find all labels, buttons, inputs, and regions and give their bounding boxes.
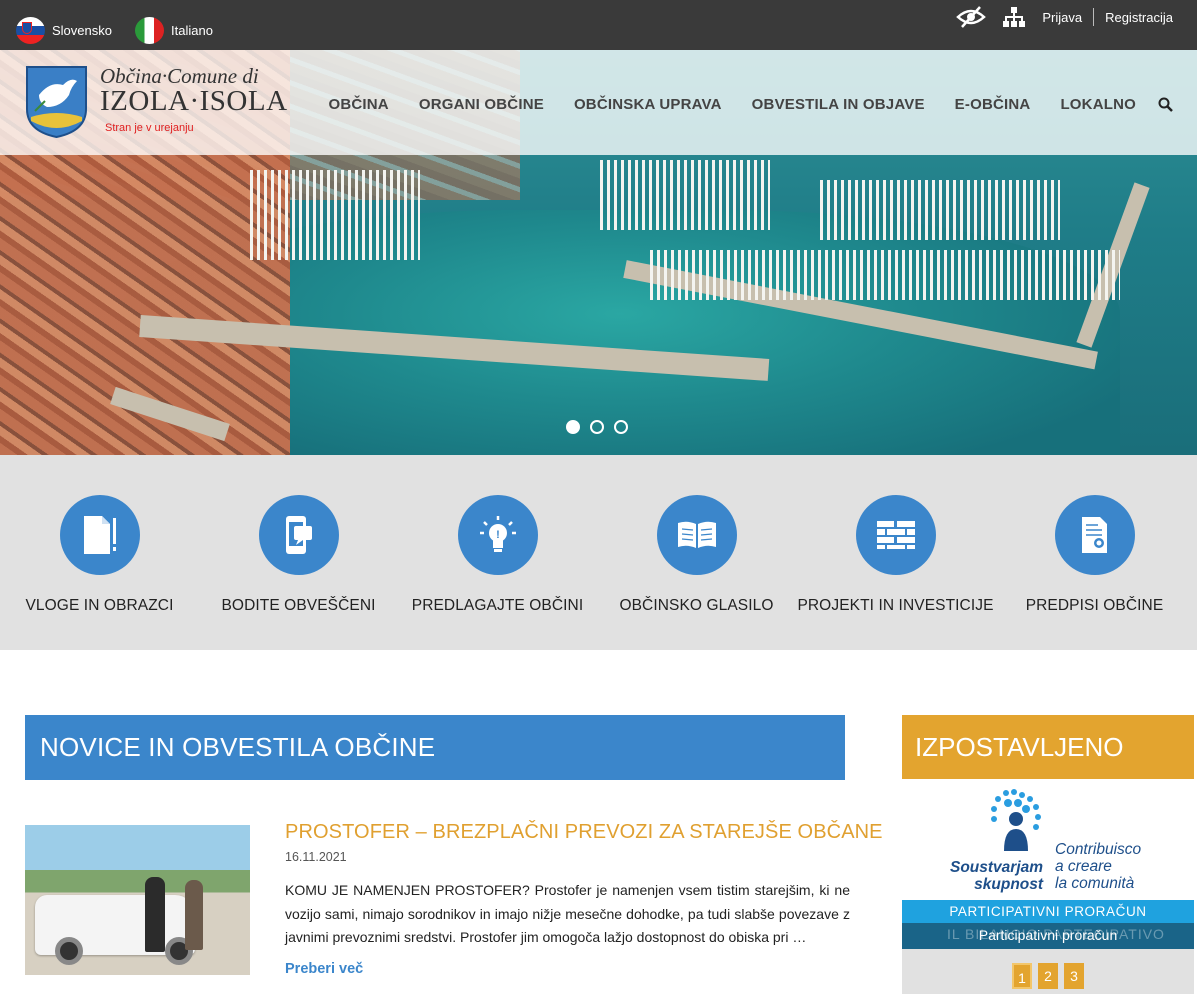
- banner-band-title: PARTICIPATIVNI PRORAČUN: [902, 900, 1194, 923]
- certificate-icon[interactable]: [1054, 495, 1135, 575]
- slovenia-flag-icon: [16, 17, 45, 44]
- svg-text:!: !: [496, 529, 500, 541]
- slogan-line: la comunità: [1055, 875, 1135, 892]
- banner-band-caption: IL BILANCIO PARTECIPATIVO Participativni…: [902, 923, 1194, 949]
- brick-wall-icon[interactable]: [855, 495, 936, 575]
- register-link[interactable]: Registracija: [1105, 10, 1173, 25]
- car-wheel: [55, 937, 83, 965]
- divider: [1093, 8, 1095, 26]
- site-status-note: Stran je v urejanju: [105, 122, 194, 134]
- document-icon[interactable]: [59, 495, 140, 575]
- news-title[interactable]: PROSTOFER – BREZPLAČNI PREVOZI ZA STAREJ…: [285, 821, 883, 844]
- sitemap-icon[interactable]: [1002, 6, 1026, 28]
- coat-of-arms-logo[interactable]: [25, 65, 88, 139]
- news-date: 16.11.2021: [285, 850, 347, 864]
- logo-title[interactable]: IZOLA·ISOLA: [100, 85, 288, 118]
- lightbulb-icon[interactable]: !: [457, 495, 538, 575]
- search-icon[interactable]: [1158, 97, 1173, 112]
- quick-links: VLOGE IN OBRAZCI BODITE OBVEŠČENI ! PRED…: [0, 455, 1197, 650]
- quick-link-predpisi[interactable]: PREDPISI OBČINE: [995, 495, 1194, 615]
- quick-link-label: OBČINSKO GLASILO: [619, 597, 774, 614]
- nav-obvestila-in-objave[interactable]: OBVESTILA IN OBJAVE: [752, 96, 925, 113]
- community-people-icon: [991, 789, 1041, 851]
- slider-dot-2[interactable]: [590, 420, 604, 434]
- slogan-line: a creare: [1055, 858, 1112, 875]
- hero-boats: [250, 170, 420, 260]
- login-link[interactable]: Prijava: [1042, 10, 1082, 25]
- quick-link-vloge[interactable]: VLOGE IN OBRAZCI: [0, 495, 199, 615]
- nav-lokalno[interactable]: LOKALNO: [1060, 96, 1136, 113]
- featured-pager: 1 2 3: [902, 949, 1194, 994]
- quick-link-label: PROJEKTI IN INVESTICIJE: [797, 597, 994, 614]
- quick-link-projekti[interactable]: PROJEKTI IN INVESTICIJE: [796, 495, 995, 615]
- language-label: Italiano: [171, 23, 213, 38]
- news-excerpt: KOMU JE NAMENJEN PROSTOFER? Prostofer je…: [285, 882, 850, 945]
- language-label: Slovensko: [52, 23, 112, 38]
- nav-e-obcina[interactable]: E-OBČINA: [955, 96, 1031, 113]
- person-figure: [145, 877, 165, 952]
- quick-link-label: BODITE OBVEŠČENI: [221, 597, 376, 614]
- hero-boats: [650, 250, 1120, 300]
- slogan-slovene: Soustvarjam skupnost: [950, 859, 1043, 893]
- nav-obcina[interactable]: OBČINA: [328, 96, 388, 113]
- pager-page-1[interactable]: 1: [1012, 963, 1032, 989]
- slogan-line: Contribuisco: [1055, 841, 1142, 858]
- quick-link-label: PREDPISI OBČINE: [1025, 597, 1164, 614]
- top-bar: Slovensko Italiano Prijava Registracija: [0, 0, 1197, 50]
- language-slovensko[interactable]: Slovensko: [16, 17, 112, 44]
- pager-page-3[interactable]: 3: [1064, 963, 1084, 989]
- language-italiano[interactable]: Italiano: [135, 17, 213, 44]
- person-figure: [185, 880, 203, 950]
- nav-obcinska-uprava[interactable]: OBČINSKA UPRAVA: [574, 96, 722, 113]
- slider-dot-1[interactable]: [566, 420, 580, 434]
- user-links: Prijava Registracija: [956, 0, 1173, 34]
- main-navigation: OBČINA ORGANI OBČINE OBČINSKA UPRAVA OBV…: [298, 96, 1173, 113]
- read-more-link[interactable]: Preberi več: [285, 961, 363, 977]
- slogan-italian: Contribuisco a creare la comunità: [1055, 841, 1141, 892]
- pager-page-2[interactable]: 2: [1038, 963, 1058, 989]
- mobile-notification-icon[interactable]: [258, 495, 339, 575]
- quick-link-predlagajte[interactable]: ! PREDLAGAJTE OBČINI: [398, 495, 597, 615]
- quick-link-label: VLOGE IN OBRAZCI: [25, 597, 174, 614]
- hero-boats: [820, 180, 1060, 240]
- banner-caption-text: Participativni proračun: [978, 927, 1118, 943]
- slogan-line: Soustvarjam: [950, 859, 1044, 876]
- featured-banner[interactable]: Soustvarjam skupnost Contribuisco a crea…: [902, 779, 1194, 994]
- news-heading: NOVICE IN OBVESTILA OBČINE: [25, 715, 845, 780]
- slider-dots: [566, 420, 628, 434]
- hero-boats: [600, 160, 770, 230]
- nav-organi-obcine[interactable]: ORGANI OBČINE: [419, 96, 544, 113]
- italy-flag-icon: [135, 17, 164, 44]
- quick-link-label: PREDLAGAJTE OBČINI: [411, 597, 584, 614]
- quick-link-bodite-obvesceni[interactable]: BODITE OBVEŠČENI: [199, 495, 398, 615]
- slider-dot-3[interactable]: [614, 420, 628, 434]
- eye-slash-icon[interactable]: [956, 5, 987, 29]
- featured-heading: IZPOSTAVLJENO: [902, 715, 1194, 779]
- quick-link-glasilo[interactable]: OBČINSKO GLASILO: [597, 495, 796, 615]
- open-book-icon[interactable]: [656, 495, 737, 575]
- slogan-line: skupnost: [974, 876, 1044, 893]
- news-thumbnail[interactable]: [25, 825, 250, 975]
